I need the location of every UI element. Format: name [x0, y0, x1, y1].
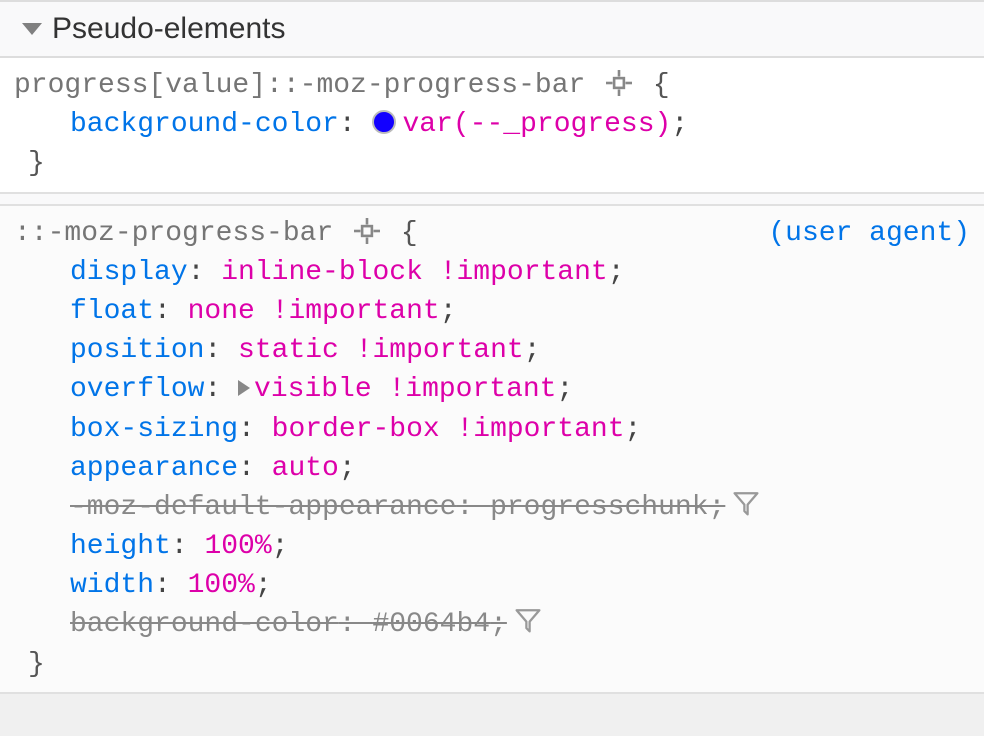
open-brace: { [401, 218, 418, 249]
semicolon: ; [440, 296, 457, 327]
stylesheet-source-link[interactable]: (user agent) [768, 214, 970, 253]
selector-line[interactable]: progress[value]::-moz-progress-bar { [14, 66, 970, 105]
property-value: #0064b4 [372, 609, 490, 640]
property-value: var(--_progress) [402, 109, 671, 140]
semicolon: ; [255, 570, 272, 601]
property-value: 100% [188, 570, 255, 601]
semicolon: ; [608, 257, 625, 288]
colon: : [204, 374, 238, 405]
section-header-pseudo-elements[interactable]: Pseudo-elements [0, 0, 984, 58]
colon: : [154, 296, 188, 327]
selector-text: ::-moz-progress-bar [14, 218, 333, 249]
colon: : [238, 414, 272, 445]
property-name: height [70, 531, 171, 562]
property-value: none [188, 296, 255, 327]
semicolon: ; [339, 453, 356, 484]
declaration[interactable]: display: inline-block !important; [14, 253, 970, 292]
selector-text: progress[value]::-moz-progress-bar [14, 70, 585, 101]
declaration[interactable]: background-color: #0064b4; [14, 605, 970, 644]
important-flag: !important [372, 374, 557, 405]
declaration[interactable]: position: static !important; [14, 331, 970, 370]
colon: : [188, 257, 222, 288]
semicolon: ; [490, 609, 507, 640]
semicolon: ; [671, 109, 688, 140]
filter-icon[interactable] [515, 607, 541, 633]
css-rule: progress[value]::-moz-progress-bar { bac… [0, 58, 984, 194]
declaration[interactable]: background-color: var(--_progress); [14, 105, 970, 144]
color-swatch-icon[interactable] [372, 110, 396, 134]
styles-panel: Pseudo-elements progress[value]::-moz-pr… [0, 0, 984, 694]
property-value: visible [254, 374, 372, 405]
property-name: background-color [70, 109, 339, 140]
filter-icon[interactable] [733, 490, 759, 516]
colon: : [456, 492, 490, 523]
colon: : [339, 609, 373, 640]
open-brace: { [653, 70, 670, 101]
important-flag: !important [255, 296, 440, 327]
semicolon: ; [709, 492, 726, 523]
declaration[interactable]: overflow: visible !important; [14, 370, 970, 409]
property-value: static [238, 335, 339, 366]
property-value: auto [272, 453, 339, 484]
declaration[interactable]: -moz-default-appearance: progresschunk; [14, 488, 970, 527]
important-flag: !important [440, 414, 625, 445]
expand-icon [22, 23, 42, 35]
property-name: background-color [70, 609, 339, 640]
property-name: box-sizing [70, 414, 238, 445]
declaration[interactable]: height: 100%; [14, 527, 970, 566]
css-rule: ::-moz-progress-bar { (user agent) displa… [0, 204, 984, 694]
close-brace: } [14, 144, 970, 183]
important-flag: !important [339, 335, 524, 366]
declaration[interactable]: width: 100%; [14, 566, 970, 605]
property-name: -moz-default-appearance [70, 492, 456, 523]
property-value: border-box [272, 414, 440, 445]
section-title: Pseudo-elements [52, 8, 285, 50]
property-name: width [70, 570, 154, 601]
property-value: progresschunk [490, 492, 708, 523]
close-brace: } [14, 645, 970, 684]
property-name: position [70, 335, 204, 366]
colon: : [171, 531, 205, 562]
property-name: display [70, 257, 188, 288]
semicolon: ; [625, 414, 642, 445]
declaration[interactable]: float: none !important; [14, 292, 970, 331]
expand-shorthand-icon[interactable] [238, 380, 250, 396]
colon: : [204, 335, 238, 366]
colon: : [339, 109, 356, 140]
property-name: overflow [70, 374, 204, 405]
property-name: appearance [70, 453, 238, 484]
colon: : [238, 453, 272, 484]
selector-highlighter-icon[interactable] [354, 218, 380, 244]
colon: : [154, 570, 188, 601]
semicolon: ; [524, 335, 541, 366]
selector-highlighter-icon[interactable] [606, 70, 632, 96]
semicolon: ; [272, 531, 289, 562]
property-value: 100% [204, 531, 271, 562]
important-flag: !important [423, 257, 608, 288]
selector-line[interactable]: ::-moz-progress-bar { (user agent) [14, 214, 970, 253]
declaration[interactable]: appearance: auto; [14, 449, 970, 488]
property-value: inline-block [221, 257, 423, 288]
semicolon: ; [557, 374, 574, 405]
property-name: float [70, 296, 154, 327]
declaration[interactable]: box-sizing: border-box !important; [14, 410, 970, 449]
